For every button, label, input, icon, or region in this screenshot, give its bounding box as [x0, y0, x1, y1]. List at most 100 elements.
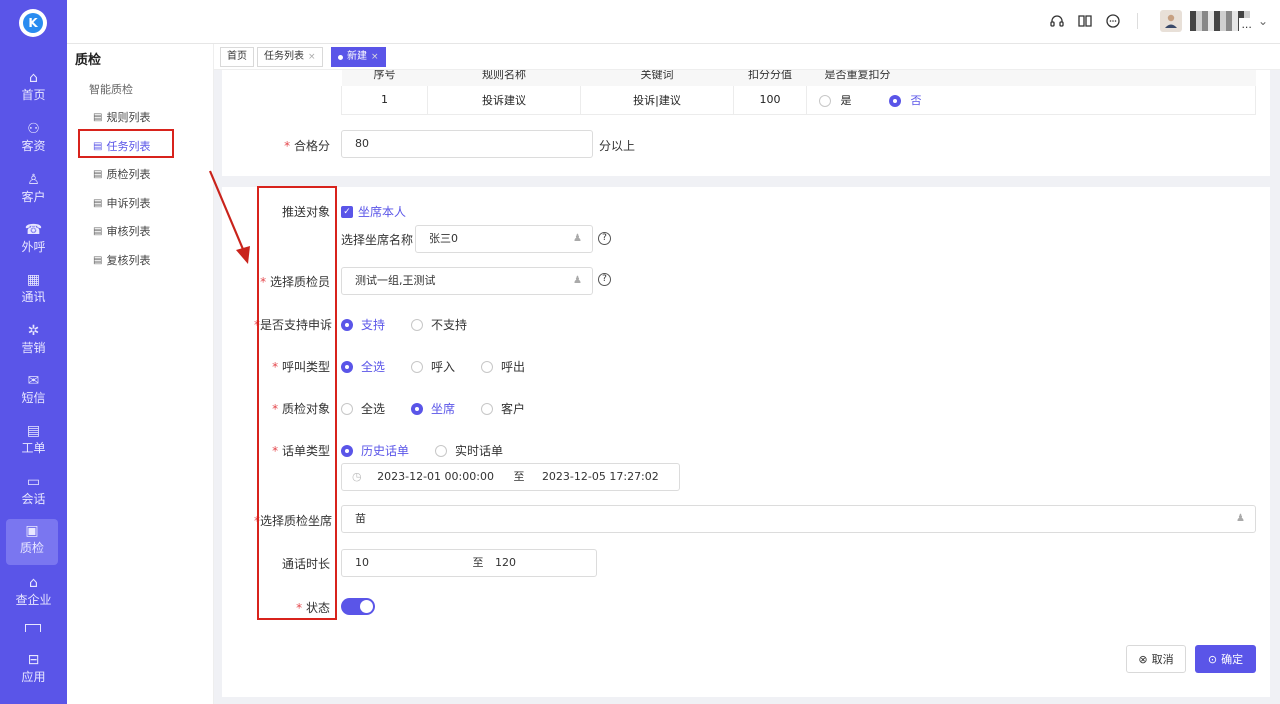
call-type-option-all[interactable]: 全选 — [341, 358, 385, 375]
highlight-box-task-list — [78, 129, 174, 158]
duration-max[interactable]: 120 — [495, 556, 516, 569]
cell-repeat-deduct: 是 否 — [806, 86, 1256, 115]
divider-icon — [25, 624, 41, 632]
radio-off-icon — [411, 318, 423, 331]
checkbox-label: 坐席本人 — [358, 205, 407, 219]
apps-icon: ⊟ — [27, 652, 40, 668]
subnav-item-label: 质检列表 — [106, 168, 151, 181]
contacts-icon: ▦ — [26, 272, 41, 288]
nav-quality-check[interactable]: ▣ 质检 — [6, 519, 58, 565]
nav-tickets[interactable]: ▤ 工单 — [0, 419, 67, 465]
appeal-option-support[interactable]: 支持 — [341, 316, 385, 333]
document-icon: ▤ — [93, 197, 103, 209]
person-icon: ♟ — [1236, 513, 1245, 524]
date-start[interactable]: 2023-12-01 00:00:00 — [377, 470, 494, 483]
option-label: 全选 — [361, 402, 386, 416]
record-type-option-realtime[interactable]: 实时话单 — [435, 442, 503, 459]
app-logo[interactable]: K — [19, 9, 47, 37]
subnav-item-rules[interactable]: ▤ 规则列表 — [93, 109, 150, 125]
nav-label: 营销 — [21, 341, 46, 355]
nav-sms[interactable]: ✉ 短信 — [0, 369, 67, 415]
tab-label: 新建 — [347, 51, 367, 62]
tab-label: 首页 — [227, 51, 247, 62]
confirm-button[interactable]: ⊙ 确定 — [1195, 645, 1256, 673]
top-bar: ... ⌄ — [67, 0, 1280, 44]
nav-home[interactable]: ⌂ 首页 — [0, 66, 67, 112]
inspector-select[interactable]: 测试一组,王测试 ♟ — [341, 267, 593, 295]
repeat-yes-radio[interactable] — [819, 94, 831, 107]
call-type-option-inbound[interactable]: 呼入 — [411, 358, 455, 375]
cancel-button[interactable]: ⊗ 取消 — [1126, 645, 1186, 673]
tab-home[interactable]: 首页 — [220, 47, 254, 67]
help-icon[interactable]: ? — [598, 232, 611, 245]
document-icon: ▤ — [93, 254, 103, 266]
nav-company-lookup[interactable]: ⌂ 查企业 — [0, 571, 67, 617]
subnav-item-inspections[interactable]: ▤ 质检列表 — [93, 166, 150, 182]
customer-resource-icon: ⚇ — [27, 121, 40, 137]
subnav-item-appeals[interactable]: ▤ 申诉列表 — [93, 195, 150, 211]
cell-score: 100 — [733, 86, 807, 115]
page-tabs: 首页 任务列表 × 新建 × — [214, 44, 1280, 70]
table-header: 关键词 — [580, 70, 734, 86]
close-icon[interactable]: × — [371, 48, 379, 66]
nav-label: 工单 — [21, 441, 46, 455]
nav-outbound[interactable]: ☎ 外呼 — [0, 218, 67, 264]
nav-label: 短信 — [21, 391, 46, 405]
duration-range-input[interactable]: 10 至 120 — [341, 549, 597, 577]
sms-icon: ✉ — [27, 373, 40, 389]
tab-label: 任务列表 — [264, 51, 304, 62]
appeal-option-not-support[interactable]: 不支持 — [411, 316, 467, 333]
annotation-arrow-icon — [208, 170, 250, 264]
checkbox-checked-icon: ✓ — [341, 205, 353, 218]
date-range-picker[interactable]: ◷ 2023-12-01 00:00:00 至 2023-12-05 17:27… — [341, 463, 680, 491]
chevron-down-icon[interactable]: ⌄ — [1258, 14, 1268, 28]
close-icon[interactable]: × — [308, 48, 316, 66]
agent-name-value: 张三0 — [429, 232, 458, 245]
subnav-item-label: 复核列表 — [106, 254, 151, 267]
date-separator: 至 — [513, 470, 525, 483]
user-name[interactable]: ... — [1189, 11, 1252, 31]
agents-select[interactable]: 苗 ♟ — [341, 505, 1256, 533]
subnav-item-label: 申诉列表 — [106, 197, 151, 210]
push-target-checkbox[interactable]: ✓ 坐席本人 — [341, 203, 406, 220]
main-sidebar: K ⌂ 首页 ⚇ 客资 ♙ 客户 ☎ 外呼 ▦ 通讯 ✲ 营销 ✉ 短信 ▤ 工单 ▭ 会话 ▣ 质… — [0, 0, 67, 704]
nav-contacts[interactable]: ▦ 通讯 — [0, 268, 67, 314]
option-label: 实时话单 — [455, 444, 504, 458]
tab-new[interactable]: 新建 × — [331, 47, 386, 67]
radio-on-icon — [341, 444, 353, 457]
nav-marketing[interactable]: ✲ 营销 — [0, 319, 67, 365]
subnav-item-rechecks[interactable]: ▤ 复核列表 — [93, 252, 150, 268]
clock-icon: ◷ — [352, 470, 362, 483]
target-option-agent[interactable]: 坐席 — [411, 400, 455, 417]
message-icon[interactable] — [1103, 11, 1123, 31]
target-option-all[interactable]: 全选 — [341, 400, 385, 417]
headset-icon[interactable] — [1047, 11, 1067, 31]
ticket-icon: ▤ — [26, 423, 41, 439]
cell-rule-name: 投诉建议 — [427, 86, 581, 115]
nav-apps[interactable]: ⊟ 应用 — [0, 648, 67, 694]
tab-task-list[interactable]: 任务列表 × — [257, 47, 323, 67]
help-icon[interactable]: ? — [598, 273, 611, 286]
subnav-item-reviews[interactable]: ▤ 审核列表 — [93, 223, 150, 239]
nav-customer-resources[interactable]: ⚇ 客资 — [0, 117, 67, 163]
status-toggle[interactable] — [341, 598, 375, 615]
agent-name-select[interactable]: 张三0 ♟ — [415, 225, 593, 253]
duration-separator: 至 — [472, 556, 484, 569]
target-option-customer[interactable]: 客户 — [481, 400, 525, 417]
nav-chat[interactable]: ▭ 会话 — [0, 470, 67, 516]
duration-min[interactable]: 10 — [355, 556, 369, 569]
pass-score-input[interactable]: 80 — [341, 130, 593, 158]
subnav-group-title: 智能质检 — [89, 83, 133, 96]
person-icon: ♟ — [573, 275, 582, 286]
option-label: 全选 — [361, 360, 386, 374]
repeat-no-radio[interactable] — [889, 94, 901, 107]
date-end[interactable]: 2023-12-05 17:27:02 — [542, 470, 659, 483]
radio-off-icon — [481, 402, 493, 415]
nav-customers[interactable]: ♙ 客户 — [0, 168, 67, 214]
book-icon[interactable] — [1075, 11, 1095, 31]
table-header: 是否重复扣分 — [806, 70, 1256, 86]
person-icon: ♟ — [573, 233, 582, 244]
user-avatar[interactable] — [1159, 10, 1182, 32]
record-type-option-history[interactable]: 历史话单 — [341, 442, 409, 459]
call-type-option-outbound[interactable]: 呼出 — [481, 358, 525, 375]
